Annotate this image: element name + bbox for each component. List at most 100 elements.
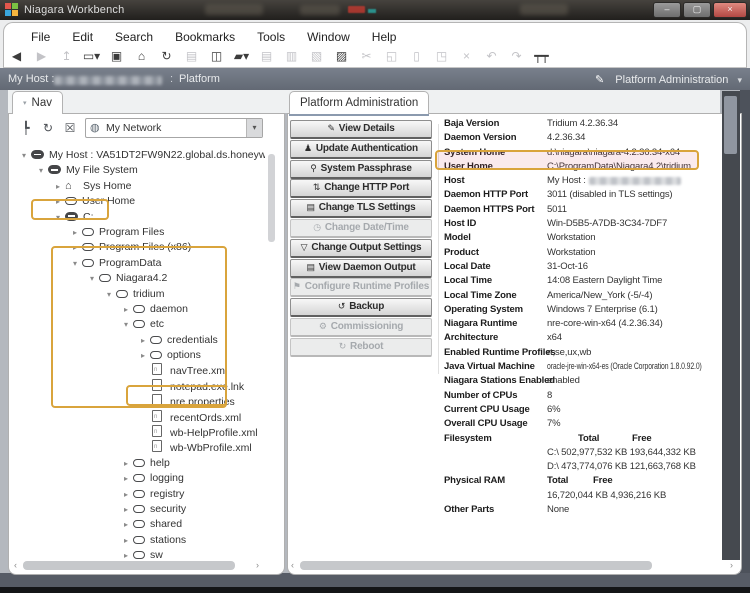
- expander-icon[interactable]: ▸: [68, 225, 82, 240]
- change-output-settings-button[interactable]: ▽ Change Output Settings: [290, 238, 432, 258]
- tree-node-daemon[interactable]: ▸ daemon: [9, 302, 265, 317]
- scroll-left-icon[interactable]: ‹: [14, 560, 17, 571]
- tree-node-tridium[interactable]: ▾ tridium: [9, 287, 265, 302]
- tree-node-program-files-x86[interactable]: ▸ Program Files (x86): [9, 240, 265, 255]
- expander-icon[interactable]: ▾: [34, 163, 48, 178]
- sidebar-icon[interactable]: ◫: [204, 46, 229, 66]
- tree-node-label: tridium: [133, 287, 165, 300]
- expander-icon[interactable]: ▸: [119, 487, 133, 502]
- expander-icon[interactable]: ▸: [68, 240, 82, 255]
- tab-platform-administration[interactable]: Platform Administration: [289, 91, 430, 114]
- home-icon[interactable]: ⌂: [129, 46, 154, 66]
- expander-icon[interactable]: ▾: [51, 210, 65, 225]
- expander-icon[interactable]: ▸: [119, 456, 133, 471]
- tree-node-registry[interactable]: ▸ registry: [9, 487, 265, 502]
- expander-icon[interactable]: ▾: [68, 256, 82, 271]
- tree-node-wb-helpprofile-xml[interactable]: wb-HelpProfile.xml: [9, 425, 265, 440]
- expander-icon[interactable]: ▾: [85, 271, 99, 286]
- menu-search[interactable]: Search: [104, 26, 164, 48]
- tree-node-user-home[interactable]: ▸ User Home: [9, 194, 265, 209]
- view-daemon-output-button[interactable]: ▤ View Daemon Output: [290, 258, 432, 278]
- open-ord-icon[interactable]: ▣: [104, 46, 129, 66]
- menu-file[interactable]: File: [20, 26, 61, 48]
- menu-help[interactable]: Help: [361, 26, 408, 48]
- property-value: Windows 7 Enterprise (6.1): [547, 303, 658, 315]
- tree-node-options[interactable]: ▸ options: [9, 348, 265, 363]
- tree-node-credentials[interactable]: ▸ credentials: [9, 333, 265, 348]
- tree-node-stations[interactable]: ▸ stations: [9, 533, 265, 548]
- expander-icon[interactable]: ▸: [119, 533, 133, 548]
- platform-vertical-scrollbar[interactable]: [722, 91, 740, 560]
- tree-node-security[interactable]: ▸ security: [9, 502, 265, 517]
- nav-refresh-icon[interactable]: ↻: [37, 119, 59, 138]
- tree-node-my-host-va51dt2fw9n22[interactable]: ▾ My Host : VA51DT2FW9N22.global.ds.honey…: [9, 148, 265, 163]
- tree-node-sys-home[interactable]: ▸ ⌂ Sys Home: [9, 179, 265, 194]
- tree-node-help[interactable]: ▸ help: [9, 456, 265, 471]
- minimize-button[interactable]: –: [653, 2, 681, 18]
- expander-icon[interactable]: ▸: [136, 348, 150, 363]
- expander-icon[interactable]: ▾: [17, 148, 31, 163]
- edit-pencil-icon[interactable]: ✎: [595, 74, 604, 86]
- tree-node-logging[interactable]: ▸ logging: [9, 471, 265, 486]
- expander-icon[interactable]: ▸: [51, 194, 65, 209]
- expander-icon[interactable]: ▸: [119, 517, 133, 532]
- scroll-right-icon[interactable]: ›: [256, 560, 259, 571]
- tab-nav[interactable]: ▾ Nav: [12, 91, 63, 114]
- change-http-port-button[interactable]: ⇅ Change HTTP Port: [290, 179, 432, 199]
- menu-bookmarks[interactable]: Bookmarks: [164, 26, 246, 48]
- platform-vertical-scrollbar-thumb[interactable]: [724, 96, 737, 154]
- open-folder-icon[interactable]: ▰▾: [229, 46, 254, 66]
- expander-icon[interactable]: ▸: [119, 502, 133, 517]
- nav-layout-icon[interactable]: ┡: [15, 119, 37, 138]
- tree-node-nre-properties[interactable]: nre.properties: [9, 394, 265, 409]
- links-icon[interactable]: ┯┯: [529, 46, 554, 66]
- property-row-local-time-zone: Local Time Zone America/New_York (-5/-4): [444, 289, 723, 303]
- nav-tab-caret-icon[interactable]: ▾: [23, 100, 27, 107]
- platform-horizontal-scrollbar[interactable]: ‹ ›: [288, 560, 741, 572]
- nav-horizontal-scrollbar-thumb[interactable]: [23, 561, 235, 570]
- maximize-button[interactable]: ▢: [683, 2, 711, 18]
- refresh-icon[interactable]: ↻: [154, 46, 179, 66]
- button-label: Change Output Settings: [311, 241, 422, 253]
- tree-node-etc[interactable]: ▾ etc: [9, 317, 265, 332]
- tree-node-programdata[interactable]: ▾ ProgramData: [9, 256, 265, 271]
- export-icon[interactable]: ▨: [329, 46, 354, 66]
- view-dropdown-icon[interactable]: ▭▾: [79, 46, 104, 66]
- tree-node-program-files[interactable]: ▸ Program Files: [9, 225, 265, 240]
- breadcrumb-platform[interactable]: Platform: [179, 73, 220, 85]
- view-details-button[interactable]: ✎ View Details: [290, 120, 432, 139]
- back-icon[interactable]: ◀: [4, 46, 29, 66]
- network-combobox[interactable]: ◍ My Network ▾: [85, 118, 263, 138]
- tree-node-navtree-xml[interactable]: navTree.xml: [9, 363, 265, 379]
- nav-vertical-scrollbar-thumb[interactable]: [268, 154, 275, 242]
- tree-node-shared[interactable]: ▸ shared: [9, 517, 265, 532]
- menu-window[interactable]: Window: [296, 26, 361, 48]
- update-authentication-button[interactable]: ♟ Update Authentication: [290, 139, 432, 159]
- menu-tools[interactable]: Tools: [246, 26, 296, 48]
- tree-node-my-file-system[interactable]: ▾ My File System: [9, 163, 265, 178]
- tree-node-niagara4-2[interactable]: ▾ Niagara4.2: [9, 271, 265, 286]
- nav-horizontal-scrollbar[interactable]: ‹ ›: [9, 560, 284, 572]
- platform-horizontal-scrollbar-thumb[interactable]: [300, 561, 652, 570]
- menu-edit[interactable]: Edit: [61, 26, 104, 48]
- expander-icon[interactable]: ▾: [119, 317, 133, 332]
- system-passphrase-button[interactable]: ⚲ System Passphrase: [290, 159, 432, 179]
- view-selector[interactable]: Platform Administration: [615, 74, 728, 86]
- expander-icon[interactable]: ▸: [119, 471, 133, 486]
- chevron-down-icon[interactable]: ▾: [737, 75, 742, 85]
- expander-icon[interactable]: ▸: [119, 302, 133, 317]
- expander-icon[interactable]: ▸: [51, 179, 65, 194]
- change-tls-settings-button[interactable]: ▤ Change TLS Settings: [290, 199, 432, 219]
- nav-close-icon[interactable]: ☒: [59, 119, 81, 138]
- expander-icon[interactable]: ▸: [136, 333, 150, 348]
- combobox-caret-icon[interactable]: ▾: [246, 119, 262, 137]
- close-button[interactable]: ×: [713, 2, 747, 18]
- tree-node-notepad-exe-lnk[interactable]: notepad.exe.lnk: [9, 378, 265, 394]
- backup-button[interactable]: ↺ Backup: [290, 298, 432, 318]
- tree-node-recentords-xml[interactable]: recentOrds.xml: [9, 409, 265, 425]
- scroll-right-icon[interactable]: ›: [730, 560, 733, 571]
- expander-icon[interactable]: ▾: [102, 287, 116, 302]
- scroll-left-icon[interactable]: ‹: [291, 560, 294, 571]
- tree-node-wb-wbprofile-xml[interactable]: wb-WbProfile.xml: [9, 440, 265, 456]
- tree-node-c[interactable]: ▾ C:: [9, 210, 265, 225]
